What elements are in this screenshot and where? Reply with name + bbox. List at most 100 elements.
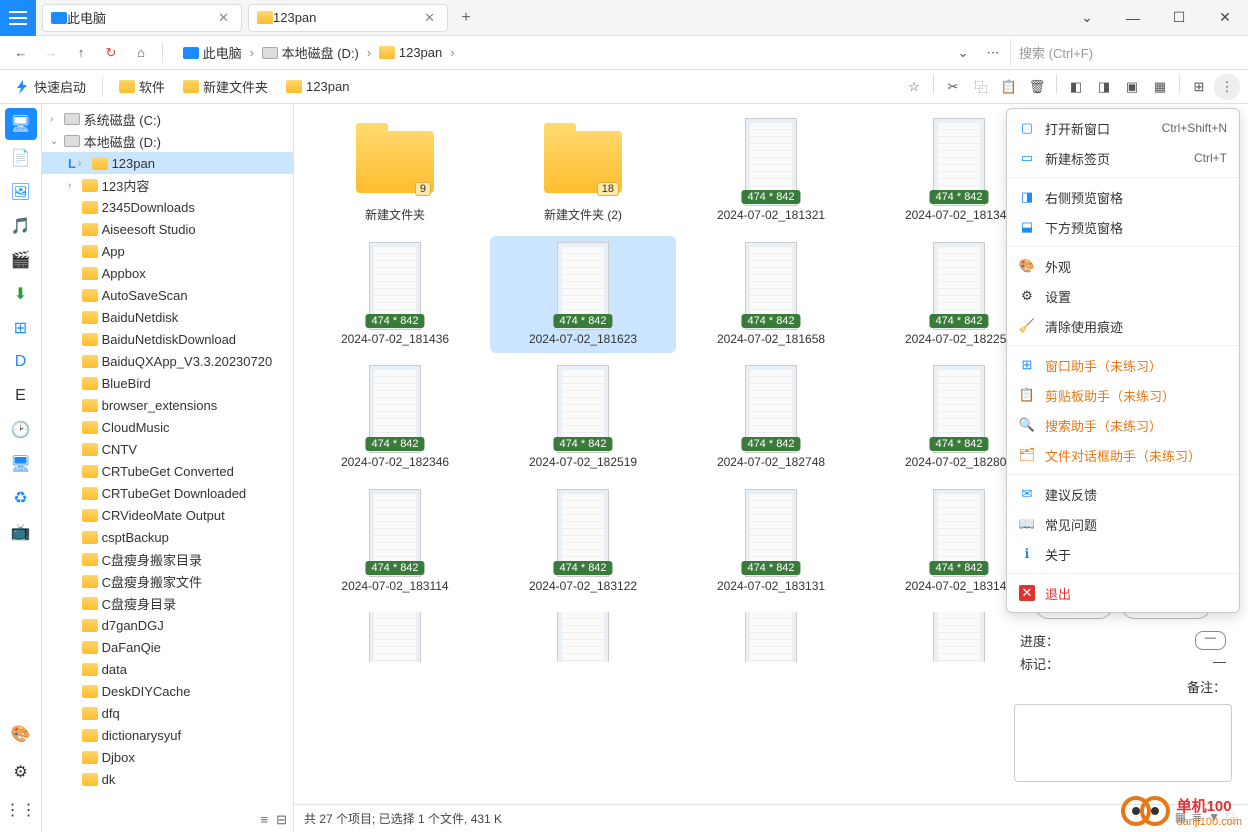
tree-item[interactable]: data	[42, 658, 293, 680]
quick-item[interactable]: 123pan	[280, 74, 355, 99]
refresh-button[interactable]: ↻	[98, 40, 124, 66]
tree-item[interactable]: AutoSaveScan	[42, 284, 293, 306]
menu-clear-trace[interactable]: 🧹清除使用痕迹	[1007, 311, 1239, 341]
tree-item[interactable]: CloudMusic	[42, 416, 293, 438]
terminal-button[interactable]: ▣	[1119, 74, 1145, 100]
tree-item[interactable]: BaiduNetdiskDownload	[42, 328, 293, 350]
menu-search-helper[interactable]: 🔍搜索助手（未练习）	[1007, 410, 1239, 440]
tree-item[interactable]: BaiduQXApp_V3.3.20230720	[42, 350, 293, 372]
paste-button[interactable]: 📋	[996, 74, 1022, 100]
tree-item[interactable]: CRTubeGet Downloaded	[42, 482, 293, 504]
quick-item[interactable]: 新建文件夹	[177, 74, 274, 99]
tree-item[interactable]: C盘瘦身搬家文件	[42, 570, 293, 592]
tree-item[interactable]: Aiseesoft Studio	[42, 218, 293, 240]
tree-item[interactable]: BaiduNetdisk	[42, 306, 293, 328]
copy-button[interactable]: ⿻	[968, 74, 994, 100]
dropdown-icon[interactable]: ⌄	[1064, 0, 1110, 36]
tree-item[interactable]: dk	[42, 768, 293, 790]
close-icon[interactable]: ✕	[420, 10, 439, 26]
menu-about[interactable]: ℹ关于	[1007, 539, 1239, 569]
video-icon[interactable]: 🎬	[5, 244, 37, 276]
tree-item[interactable]: dictionarysyuf	[42, 724, 293, 746]
tree-item-c-drive[interactable]: › 系统磁盘 (C:)	[42, 108, 293, 130]
image-item[interactable]: 474 * 8422024-07-02_181321	[678, 112, 864, 230]
drive-e-icon[interactable]: E	[5, 380, 37, 412]
tree-item[interactable]: › 123内容	[42, 174, 293, 196]
quick-item[interactable]: 软件	[113, 74, 171, 99]
menu-dialog-helper[interactable]: 🗂文件对话框助手（未练习）	[1007, 440, 1239, 470]
image-item[interactable]: 474 * 8422024-07-02_182346	[302, 359, 488, 477]
tab-this-pc[interactable]: 此电脑 ✕	[42, 4, 242, 32]
menu-window-helper[interactable]: ⊞窗口助手（未练习）	[1007, 350, 1239, 380]
quick-launch[interactable]: 快速启动	[8, 74, 92, 99]
forward-button[interactable]: →	[38, 40, 64, 66]
image-item[interactable]: 474 * 8422024-07-02_183114	[302, 483, 488, 601]
close-icon[interactable]: ✕	[214, 10, 233, 26]
image-item[interactable]: 474 * 8422024-07-02_182748	[678, 359, 864, 477]
tab-123pan[interactable]: 123pan ✕	[248, 4, 448, 32]
monitor-icon[interactable]: 🖥	[5, 448, 37, 480]
image-item[interactable]: 474 * 8422024-07-02_182519	[490, 359, 676, 477]
image-item[interactable]	[678, 606, 864, 668]
tree-item[interactable]: App	[42, 240, 293, 262]
apps-button[interactable]: ⊞	[1186, 74, 1212, 100]
delete-button[interactable]: 🗑	[1024, 74, 1050, 100]
panel-left-button[interactable]: ◧	[1063, 74, 1089, 100]
tree-item[interactable]: csptBackup	[42, 526, 293, 548]
breadcrumb-pc[interactable]: 此电脑	[179, 40, 246, 65]
folder-item[interactable]: 9新建文件夹	[302, 112, 488, 230]
tree-item[interactable]: d7ganDGJ	[42, 614, 293, 636]
settings-icon[interactable]: ⚙	[5, 756, 37, 788]
image-item[interactable]: 474 * 8422024-07-02_181658	[678, 236, 864, 354]
desktop-icon[interactable]: 🖥	[5, 108, 37, 140]
up-button[interactable]: ↑	[68, 40, 94, 66]
history-dropdown[interactable]: ⌄	[950, 40, 976, 66]
menu-faq[interactable]: 📖常见问题	[1007, 509, 1239, 539]
tree-item[interactable]: CRVideoMate Output	[42, 504, 293, 526]
tree-item[interactable]: BlueBird	[42, 372, 293, 394]
menu-preview-right[interactable]: ◨右侧预览窗格	[1007, 182, 1239, 212]
music-icon[interactable]: 🎵	[5, 210, 37, 242]
history-icon[interactable]: 🕑	[5, 414, 37, 446]
tree-item[interactable]: CRTubeGet Converted	[42, 460, 293, 482]
document-icon[interactable]: 📄	[5, 142, 37, 174]
back-button[interactable]: ←	[8, 40, 34, 66]
tree-item[interactable]: CNTV	[42, 438, 293, 460]
image-item[interactable]: 474 * 8422024-07-02_181436	[302, 236, 488, 354]
close-button[interactable]: ✕	[1202, 0, 1248, 36]
drive-d-icon[interactable]: D	[5, 346, 37, 378]
tree-collapse-button[interactable]: ≡	[261, 812, 269, 828]
minimize-button[interactable]: —	[1110, 0, 1156, 36]
tree-item[interactable]: dfq	[42, 702, 293, 724]
tree-item[interactable]: 2345Downloads	[42, 196, 293, 218]
cut-button[interactable]: ✂	[940, 74, 966, 100]
tree-item[interactable]: Djbox	[42, 746, 293, 768]
search-input[interactable]: 搜索 (Ctrl+F)	[1010, 39, 1240, 66]
more-button[interactable]: ⋮	[1214, 74, 1240, 100]
menu-feedback[interactable]: ✉建议反馈	[1007, 479, 1239, 509]
tree-expand-button[interactable]: ⊟	[276, 812, 287, 828]
tree-item-d-drive[interactable]: ⌄ 本地磁盘 (D:)	[42, 130, 293, 152]
recycle-icon[interactable]: ♻	[5, 482, 37, 514]
tree-item[interactable]: Appbox	[42, 262, 293, 284]
tree-item[interactable]: DeskDIYCache	[42, 680, 293, 702]
panel-right-button[interactable]: ◨	[1091, 74, 1117, 100]
color-wheel-icon[interactable]: 🎨	[5, 718, 37, 750]
tree-item[interactable]: browser_extensions	[42, 394, 293, 416]
menu-new-window[interactable]: ▢打开新窗口Ctrl+Shift+N	[1007, 113, 1239, 143]
image-item[interactable]: 474 * 8422024-07-02_183131	[678, 483, 864, 601]
hamburger-menu-button[interactable]	[0, 0, 36, 36]
breadcrumb-folder[interactable]: 123pan	[375, 42, 446, 63]
tree-item[interactable]: C盘瘦身搬家目录	[42, 548, 293, 570]
grid-button[interactable]: ▦	[1147, 74, 1173, 100]
breadcrumb-disk[interactable]: 本地磁盘 (D:)	[258, 40, 363, 65]
menu-new-tab[interactable]: ▭新建标签页Ctrl+T	[1007, 143, 1239, 173]
menu-clipboard-helper[interactable]: 📋剪贴板助手（未练习）	[1007, 380, 1239, 410]
downloads-icon[interactable]: ⬇	[5, 278, 37, 310]
star-button[interactable]: ☆	[901, 74, 927, 100]
menu-exit[interactable]: ✕退出	[1007, 578, 1239, 608]
note-textarea[interactable]	[1014, 704, 1232, 782]
image-item[interactable]	[302, 606, 488, 668]
home-button[interactable]: ⌂	[128, 40, 154, 66]
menu-preview-bottom[interactable]: ⬓下方预览窗格	[1007, 212, 1239, 242]
